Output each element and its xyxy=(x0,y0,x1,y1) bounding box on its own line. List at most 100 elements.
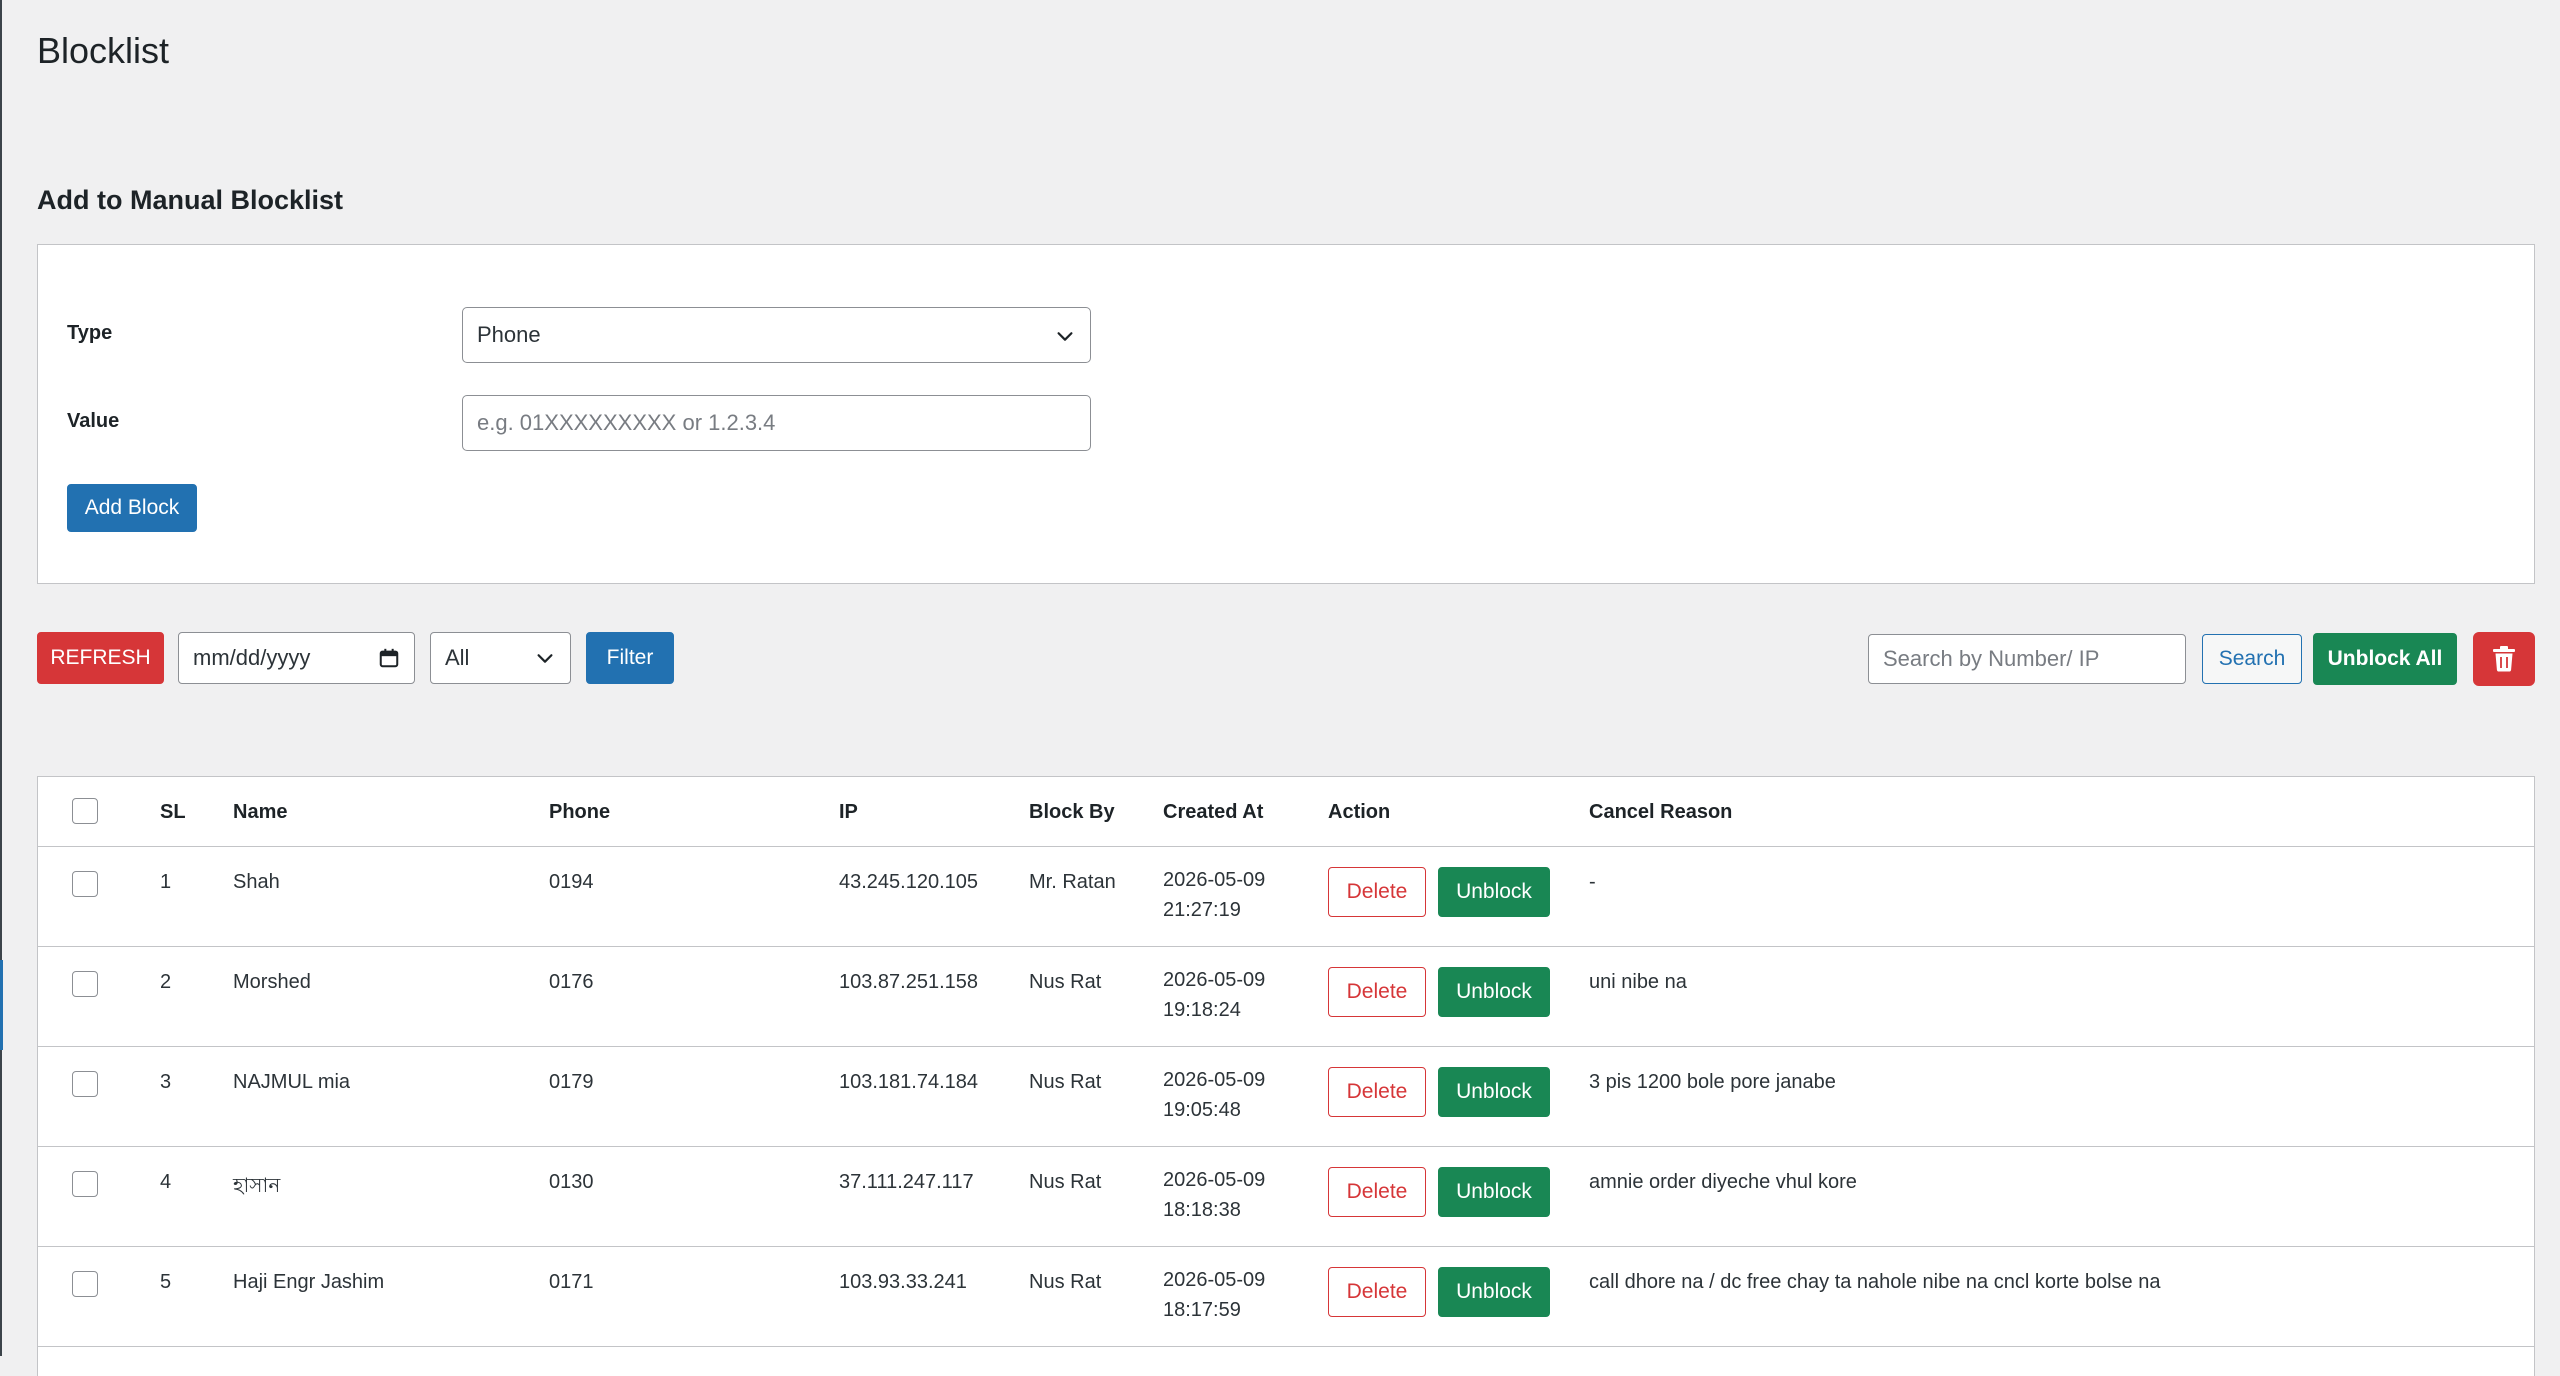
search-input[interactable] xyxy=(1868,634,2186,684)
row-ip: 43.245.120.105 xyxy=(839,871,979,893)
row-name: Morshed xyxy=(233,971,311,993)
row-checkbox[interactable] xyxy=(72,1271,98,1297)
row-unblock-button[interactable]: Unblock xyxy=(1438,967,1550,1017)
row-ip: 103.87.251.158 xyxy=(839,971,979,993)
header-action: Action xyxy=(1328,801,1391,823)
table-row: 2 Morshed 0176 103.87.251.158 Nus Rat 20… xyxy=(38,947,2534,1047)
row-created-time: 21:27:19 xyxy=(1163,899,1241,921)
status-select-value: All xyxy=(445,645,470,670)
row-cancel-reason: call dhore na / dc free chay ta nahole n… xyxy=(1589,1271,2161,1293)
row-sl: 3 xyxy=(160,1071,172,1093)
row-delete-button[interactable]: Delete xyxy=(1328,1267,1426,1317)
row-created-at: 2026-05-09 19:18:24 xyxy=(1163,965,1265,1025)
delete-all-button[interactable] xyxy=(2473,632,2535,686)
row-created-time: 19:18:24 xyxy=(1163,999,1241,1021)
row-block-by: Nus Rat xyxy=(1029,1071,1102,1093)
trash-icon xyxy=(2493,646,2515,672)
calendar-icon[interactable] xyxy=(378,647,400,669)
row-cancel-reason: amnie order diyeche vhul kore xyxy=(1589,1171,1857,1193)
row-created-at: 2026-05-09 18:18:38 xyxy=(1163,1165,1265,1225)
blocklist-table: SL Name Phone IP Block By Created At Act… xyxy=(37,776,2535,1376)
type-label: Type xyxy=(67,322,113,344)
row-delete-button[interactable]: Delete xyxy=(1328,867,1426,917)
row-created-at: 2026-05-09 19:05:48 xyxy=(1163,1065,1265,1125)
table-header-row: SL Name Phone IP Block By Created At Act… xyxy=(38,777,2534,847)
admin-sidebar-accent xyxy=(0,960,3,1050)
unblock-all-button[interactable]: Unblock All xyxy=(2313,633,2457,685)
table-row: 4 হাসান 0130 37.111.247.117 Nus Rat 2026… xyxy=(38,1147,2534,1247)
row-phone: 0171 xyxy=(549,1271,594,1293)
row-sl: 1 xyxy=(160,871,172,893)
row-unblock-button[interactable]: Unblock xyxy=(1438,1067,1550,1117)
row-checkbox[interactable] xyxy=(72,971,98,997)
row-name: NAJMUL mia xyxy=(233,1071,351,1093)
row-phone: 0179 xyxy=(549,1071,594,1093)
select-all-checkbox[interactable] xyxy=(72,798,98,824)
search-button[interactable]: Search xyxy=(2202,634,2302,684)
table-row: 3 NAJMUL mia 0179 103.181.74.184 Nus Rat… xyxy=(38,1047,2534,1147)
row-created-at: 2026-05-09 21:27:19 xyxy=(1163,865,1265,925)
table-row: 1 Shah 0194 43.245.120.105 Mr. Ratan 202… xyxy=(38,847,2534,947)
row-phone: 0194 xyxy=(549,871,594,893)
row-checkbox[interactable] xyxy=(72,1171,98,1197)
row-created-time: 19:05:48 xyxy=(1163,1099,1241,1121)
row-sl: 5 xyxy=(160,1271,172,1293)
row-unblock-button[interactable]: Unblock xyxy=(1438,867,1550,917)
row-sl: 4 xyxy=(160,1171,172,1193)
header-ip: IP xyxy=(839,801,858,823)
row-delete-button[interactable]: Delete xyxy=(1328,1067,1426,1117)
row-cancel-reason: - xyxy=(1589,871,1596,893)
row-created-date: 2026-05-09 xyxy=(1163,869,1266,891)
row-created-at: 2026-05-09 18:17:59 xyxy=(1163,1265,1265,1325)
page-title: Blocklist xyxy=(37,30,170,71)
header-phone: Phone xyxy=(549,801,611,823)
add-block-button[interactable]: Add Block xyxy=(67,484,197,532)
header-created-at: Created At xyxy=(1163,801,1264,823)
row-ip: 37.111.247.117 xyxy=(839,1171,974,1193)
type-select-value: Phone xyxy=(477,322,541,347)
row-created-date: 2026-05-09 xyxy=(1163,969,1266,991)
row-created-date: 2026-05-09 xyxy=(1163,1069,1266,1091)
chevron-down-icon xyxy=(537,654,553,663)
row-ip: 103.181.74.184 xyxy=(839,1071,979,1093)
header-block-by: Block By xyxy=(1029,801,1115,823)
row-created-date: 2026-05-09 xyxy=(1163,1169,1266,1191)
admin-sidebar-edge xyxy=(0,0,2,1356)
row-cancel-reason: 3 pis 1200 bole pore janabe xyxy=(1589,1071,1836,1093)
row-name: হাসান xyxy=(233,1175,281,1197)
row-created-time: 18:17:59 xyxy=(1163,1299,1241,1321)
row-cancel-reason: uni nibe na xyxy=(1589,971,1687,993)
row-phone: 0130 xyxy=(549,1171,594,1193)
row-name: Haji Engr Jashim xyxy=(233,1271,385,1293)
row-delete-button[interactable]: Delete xyxy=(1328,967,1426,1017)
header-sl: SL xyxy=(160,801,186,823)
table-row: 5 Haji Engr Jashim 0171 103.93.33.241 Nu… xyxy=(38,1247,2534,1347)
row-block-by: Nus Rat xyxy=(1029,1171,1102,1193)
value-label: Value xyxy=(67,410,120,432)
row-delete-button[interactable]: Delete xyxy=(1328,1167,1426,1217)
chevron-down-icon xyxy=(1057,332,1073,341)
header-cancel-reason: Cancel Reason xyxy=(1589,801,1733,823)
row-name: Shah xyxy=(233,871,280,893)
date-filter-input[interactable]: mm/dd/yyyy xyxy=(178,632,415,684)
row-unblock-button[interactable]: Unblock xyxy=(1438,1267,1550,1317)
row-unblock-button[interactable]: Unblock xyxy=(1438,1167,1550,1217)
row-phone: 0176 xyxy=(549,971,594,993)
header-name: Name xyxy=(233,801,288,823)
refresh-button[interactable]: REFRESH xyxy=(37,632,164,684)
row-checkbox[interactable] xyxy=(72,1071,98,1097)
filter-button[interactable]: Filter xyxy=(586,632,674,684)
type-select[interactable]: Phone xyxy=(462,307,1091,363)
manual-blocklist-form xyxy=(37,244,2535,584)
row-block-by: Nus Rat xyxy=(1029,1271,1102,1293)
row-block-by: Nus Rat xyxy=(1029,971,1102,993)
row-checkbox[interactable] xyxy=(72,871,98,897)
manual-blocklist-title: Add to Manual Blocklist xyxy=(37,185,344,215)
row-sl: 2 xyxy=(160,971,172,993)
date-placeholder: mm/dd/yyyy xyxy=(193,645,311,670)
row-created-time: 18:18:38 xyxy=(1163,1199,1241,1221)
value-input[interactable] xyxy=(462,395,1091,451)
row-block-by: Mr. Ratan xyxy=(1029,871,1116,893)
status-filter-select[interactable]: All xyxy=(430,632,571,684)
row-created-date: 2026-05-09 xyxy=(1163,1269,1266,1291)
